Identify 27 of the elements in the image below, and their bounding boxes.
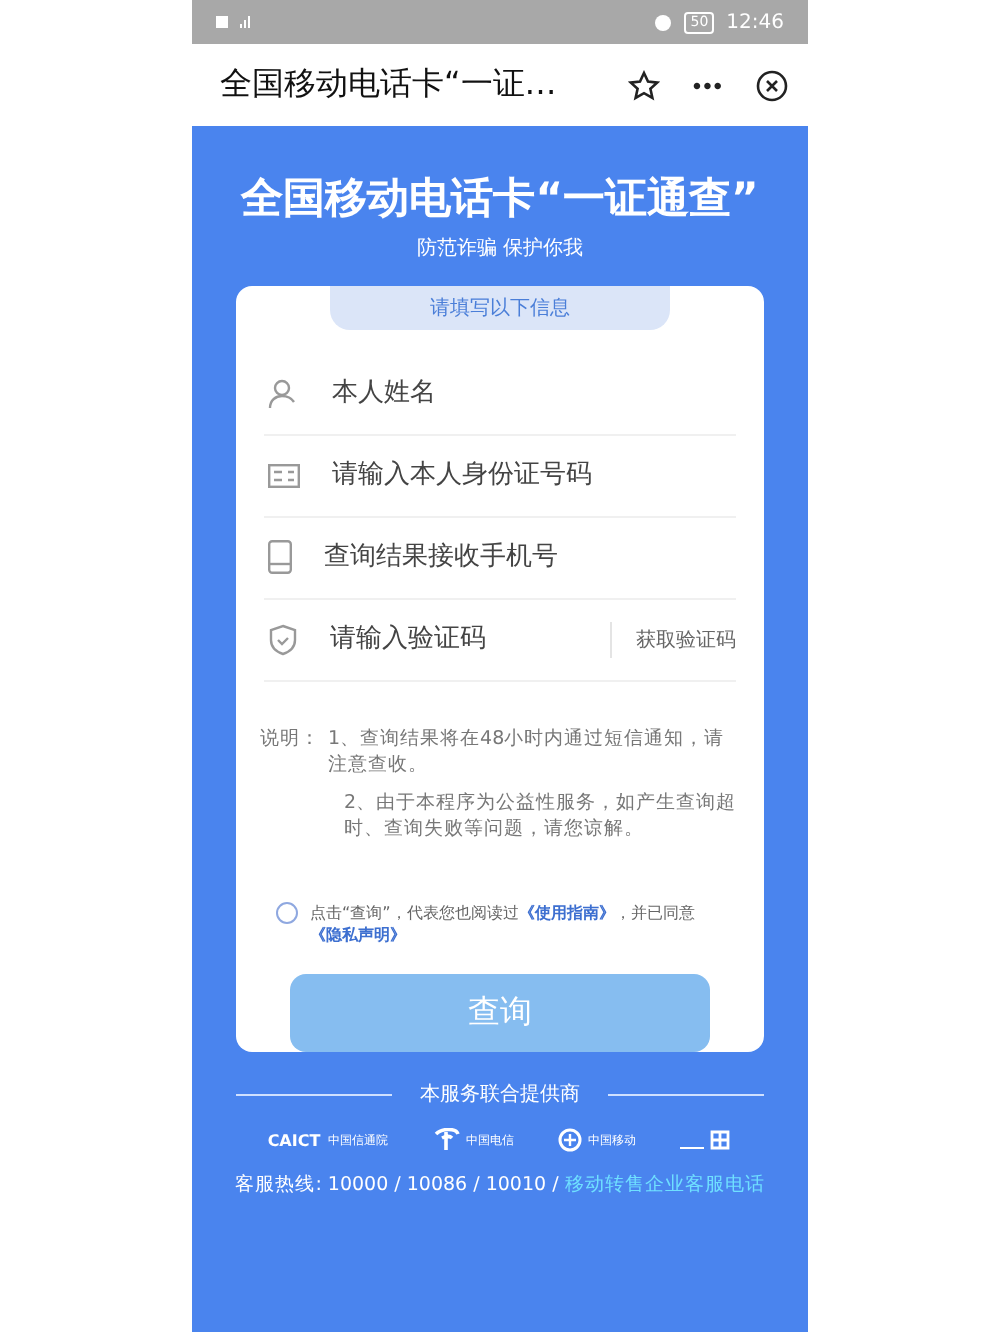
- page-title: 全国移动电话卡“一证…: [220, 64, 559, 106]
- person-icon: [268, 377, 300, 410]
- star-icon[interactable]: [628, 69, 661, 101]
- hotline-link[interactable]: 移动转售企业客服电话: [564, 1174, 765, 1196]
- hotline-text: 客服热线: 10000 / 10086 / 10010 / 移动转售企业客服电话: [235, 1172, 765, 1198]
- agree-radio[interactable]: [276, 901, 298, 924]
- agreement-text: 点击“查询”，代表您也阅读过《使用指南》，并已同意 《隐私声明》: [310, 901, 695, 946]
- note-text: 1、查询结果将在48小时内通过短信通知，请注意查收。: [328, 725, 727, 778]
- more-menu-button[interactable]: •••: [676, 71, 740, 99]
- privacy-link[interactable]: 《隐私声明》: [310, 925, 406, 944]
- form-header: 请填写以下信息: [330, 286, 670, 330]
- telecom-logo-icon: [432, 1128, 461, 1152]
- clock-time: 12:46: [726, 11, 784, 33]
- unicom-logo-icon: [680, 1128, 733, 1152]
- shield-check-icon: [268, 623, 298, 656]
- guide-link[interactable]: 《使用指南》: [518, 903, 615, 922]
- phone-icon: [268, 540, 292, 575]
- note-text: 2、由于本程序为公益性服务，如产生查询超时、查询失败等问题，请您谅解。: [342, 789, 739, 842]
- notes-label: 说明：: [260, 725, 320, 754]
- banner-title: 全国移动电话卡“一证通查”: [241, 172, 759, 226]
- footer-heading: 本服务联合提供商: [420, 1081, 580, 1108]
- close-icon[interactable]: [756, 69, 788, 101]
- banner-subtitle: 防范诈骗 保护你我: [416, 235, 584, 262]
- id-card-icon: [268, 463, 300, 488]
- mobile-logo-icon: [558, 1128, 583, 1152]
- partner-logo-text: CAICT: [267, 1131, 321, 1149]
- get-code-button[interactable]: 获取验证码: [610, 621, 736, 658]
